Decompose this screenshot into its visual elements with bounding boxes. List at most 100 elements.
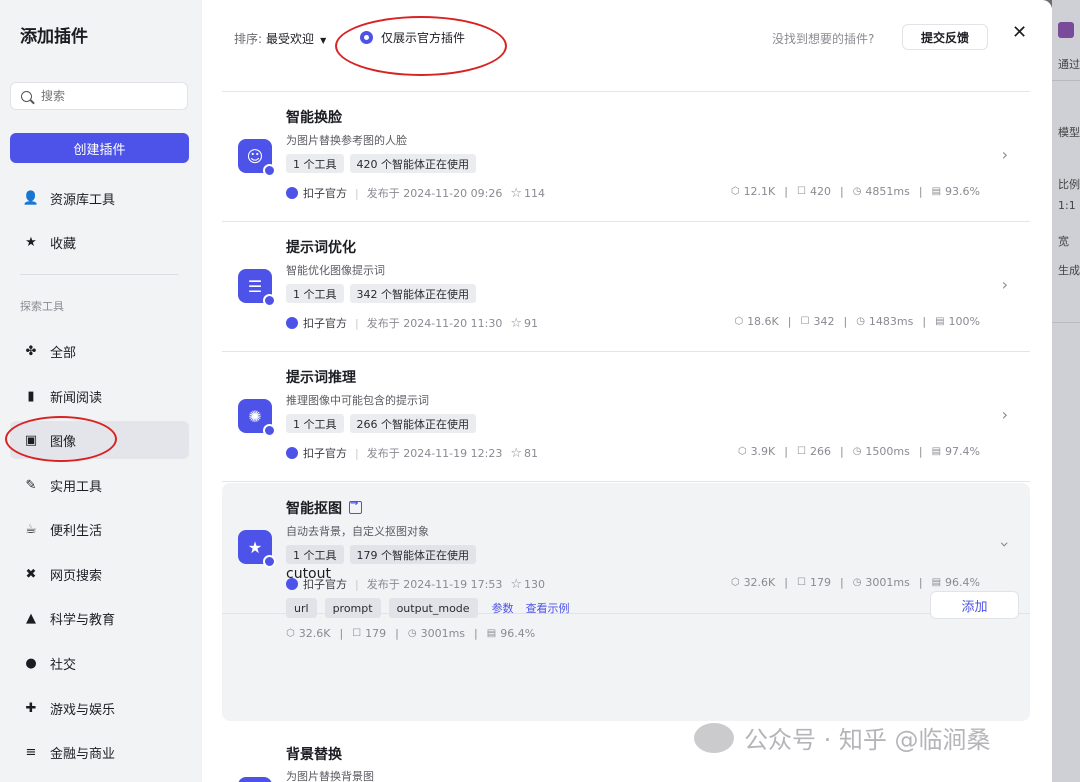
- sidebar: 添加插件 创建插件 👤 资源库工具 ★ 收藏 探索工具 ✤ 全部 ▮ 新闻阅读 …: [0, 0, 202, 782]
- sidebar-item-library-tools[interactable]: 👤 资源库工具: [10, 179, 189, 217]
- chevron-down-icon[interactable]: ›: [995, 541, 1014, 547]
- call-count: 32.6K: [743, 576, 776, 589]
- add-tool-button[interactable]: 添加: [930, 591, 1019, 619]
- watermark: 公众号 · 知乎 @临涧桑: [694, 720, 991, 755]
- plugin-name: 背景替换: [286, 747, 342, 763]
- plugin-list: ☺ 智能换脸 为图片替换参考图的人脸 1 个工具 420 个智能体正在使用 扣子…: [222, 62, 1030, 782]
- bot-icon: ☐: [800, 316, 810, 327]
- plugin-name: 智能抠图: [286, 498, 362, 518]
- sidebar-item-favorites[interactable]: ★ 收藏: [10, 223, 189, 261]
- plugin-desc: 自动去背景，自定义抠图对象: [286, 525, 429, 538]
- sidebar-item-games[interactable]: ✚ 游戏与娱乐: [10, 689, 189, 727]
- view-example-link[interactable]: 查看示例: [526, 600, 570, 616]
- plugin-card-prompt-inference[interactable]: ✺ 提示词推理 推理图像中可能包含的提示词 1 个工具 266 个智能体正在使用…: [222, 352, 1030, 482]
- annotation-circle: [5, 416, 117, 462]
- bg-text: 比例: [1058, 178, 1080, 191]
- plugin-name: 提示词优化: [286, 240, 356, 256]
- graduation-cap-icon: ▲: [26, 610, 36, 626]
- star-count: 130: [524, 577, 545, 591]
- chevron-right-icon[interactable]: ›: [1002, 145, 1008, 164]
- wechat-icon: [694, 722, 734, 753]
- bg-text: 通过: [1058, 58, 1080, 71]
- sort-dropdown[interactable]: 排序: 最受欢迎 ▼: [234, 30, 326, 47]
- person-icon: 👤: [22, 190, 40, 206]
- background-panel: 通过 模型 比例 1:1 宽 生成: [1052, 0, 1080, 782]
- chevron-right-icon[interactable]: ›: [1002, 405, 1008, 424]
- star-count: 91: [524, 316, 538, 330]
- search-input[interactable]: [41, 89, 171, 103]
- clock-icon: ◷: [852, 577, 862, 588]
- param-tag: prompt: [324, 598, 381, 618]
- close-icon[interactable]: ✕: [1012, 22, 1027, 43]
- cube-icon: ⬡: [730, 186, 740, 197]
- plugin-desc: 为图片替换参考图的人脸: [286, 134, 407, 147]
- grid-icon: ✤: [25, 343, 37, 359]
- bot-count: 179: [809, 576, 831, 589]
- background-replace-icon: [238, 777, 272, 782]
- sidebar-item-label: 便利生活: [50, 523, 103, 539]
- sidebar-item-finance[interactable]: ≡ 金融与商业: [10, 733, 189, 771]
- publisher: 扣子官方: [303, 578, 347, 591]
- param-tag: output_mode: [388, 598, 478, 618]
- feedback-button[interactable]: 提交反馈: [902, 24, 988, 50]
- params-link[interactable]: 参数: [492, 600, 514, 616]
- cube-icon: ⬡: [730, 577, 740, 588]
- sidebar-item-label: 收藏: [50, 236, 77, 252]
- gamepad-icon: ✚: [25, 700, 37, 716]
- clock-icon: ◷: [852, 446, 862, 457]
- success-rate-icon: ▤: [935, 316, 945, 327]
- annotation-circle: [335, 16, 507, 76]
- plugin-name: 智能换脸: [286, 110, 342, 126]
- create-plugin-button[interactable]: 创建插件: [10, 133, 189, 163]
- plugin-desc: 推理图像中可能包含的提示词: [286, 394, 429, 407]
- sidebar-item-label: 实用工具: [50, 479, 103, 495]
- official-badge-icon: [286, 317, 298, 329]
- publish-date: 发布于 2024-11-20 11:30: [366, 317, 503, 330]
- dialog-title: 添加插件: [20, 27, 88, 47]
- success-rate: 97.4%: [945, 445, 980, 458]
- bg-text: 1:1: [1058, 199, 1076, 212]
- external-link-icon[interactable]: [349, 498, 362, 514]
- plugin-card-face-swap[interactable]: ☺ 智能换脸 为图片替换参考图的人脸 1 个工具 420 个智能体正在使用 扣子…: [222, 92, 1030, 222]
- sidebar-item-label: 科学与教育: [50, 612, 116, 628]
- sort-label: 排序:: [234, 32, 263, 46]
- search-icon: [21, 90, 32, 102]
- star-icon: ★: [25, 234, 37, 250]
- star-count: 114: [524, 186, 545, 200]
- sidebar-item-utilities[interactable]: ✎ 实用工具: [10, 466, 189, 504]
- search-box[interactable]: [10, 82, 188, 110]
- plugin-card-prompt-optimize[interactable]: ☰ 提示词优化 智能优化图像提示词 1 个工具 342 个智能体正在使用 扣子官…: [222, 222, 1030, 352]
- star-count: 81: [524, 446, 538, 460]
- sidebar-item-web-search[interactable]: ✖ 网页搜索: [10, 555, 189, 593]
- latency: 1483ms: [868, 315, 914, 328]
- sidebar-item-life[interactable]: ☕ 便利生活: [10, 510, 189, 548]
- plugin-stats: ⬡ 3.9K | ☐ 266 | ◷ 1500ms | ▤ 97.4%: [737, 445, 980, 458]
- publish-date: 发布于 2024-11-19 12:23: [366, 447, 503, 460]
- bg-text: 模型: [1058, 126, 1080, 139]
- param-tag: url: [286, 598, 317, 618]
- bot-count: 266: [809, 445, 831, 458]
- bot-count: 342: [813, 315, 835, 328]
- section-label: 探索工具: [20, 300, 64, 313]
- sidebar-item-all[interactable]: ✤ 全部: [10, 332, 189, 370]
- chat-icon: ●: [25, 655, 37, 671]
- bot-count: 420: [809, 185, 831, 198]
- sidebar-item-label: 游戏与娱乐: [50, 702, 116, 718]
- list-header: 排序: 最受欢迎 ▼ 仅展示官方插件 没找到想要的插件? 提交反馈 ✕: [202, 0, 1052, 72]
- sidebar-item-science[interactable]: ▲ 科学与教育: [10, 599, 189, 637]
- publisher: 扣子官方: [303, 317, 347, 330]
- call-count: 3.9K: [750, 445, 776, 458]
- sidebar-item-news[interactable]: ▮ 新闻阅读: [10, 377, 189, 415]
- wrench-icon: ✎: [25, 477, 37, 493]
- plugin-meta: 扣子官方 | 发布于 2024-11-20 11:30 ☆ 91: [286, 315, 538, 331]
- chevron-right-icon[interactable]: ›: [1002, 275, 1008, 294]
- plugin-desc: 为图片替换背景图: [286, 770, 374, 782]
- publish-date: 发布于 2024-11-19 17:53: [366, 578, 503, 591]
- success-rate-icon: ▤: [931, 577, 942, 588]
- tool-count-badge: 1 个工具: [286, 545, 344, 564]
- tool-count-badge: 1 个工具: [286, 154, 344, 173]
- divider: [20, 274, 178, 275]
- sidebar-item-social[interactable]: ● 社交: [10, 644, 189, 682]
- sidebar-item-label: 全部: [50, 345, 77, 361]
- call-count: 18.6K: [747, 315, 779, 328]
